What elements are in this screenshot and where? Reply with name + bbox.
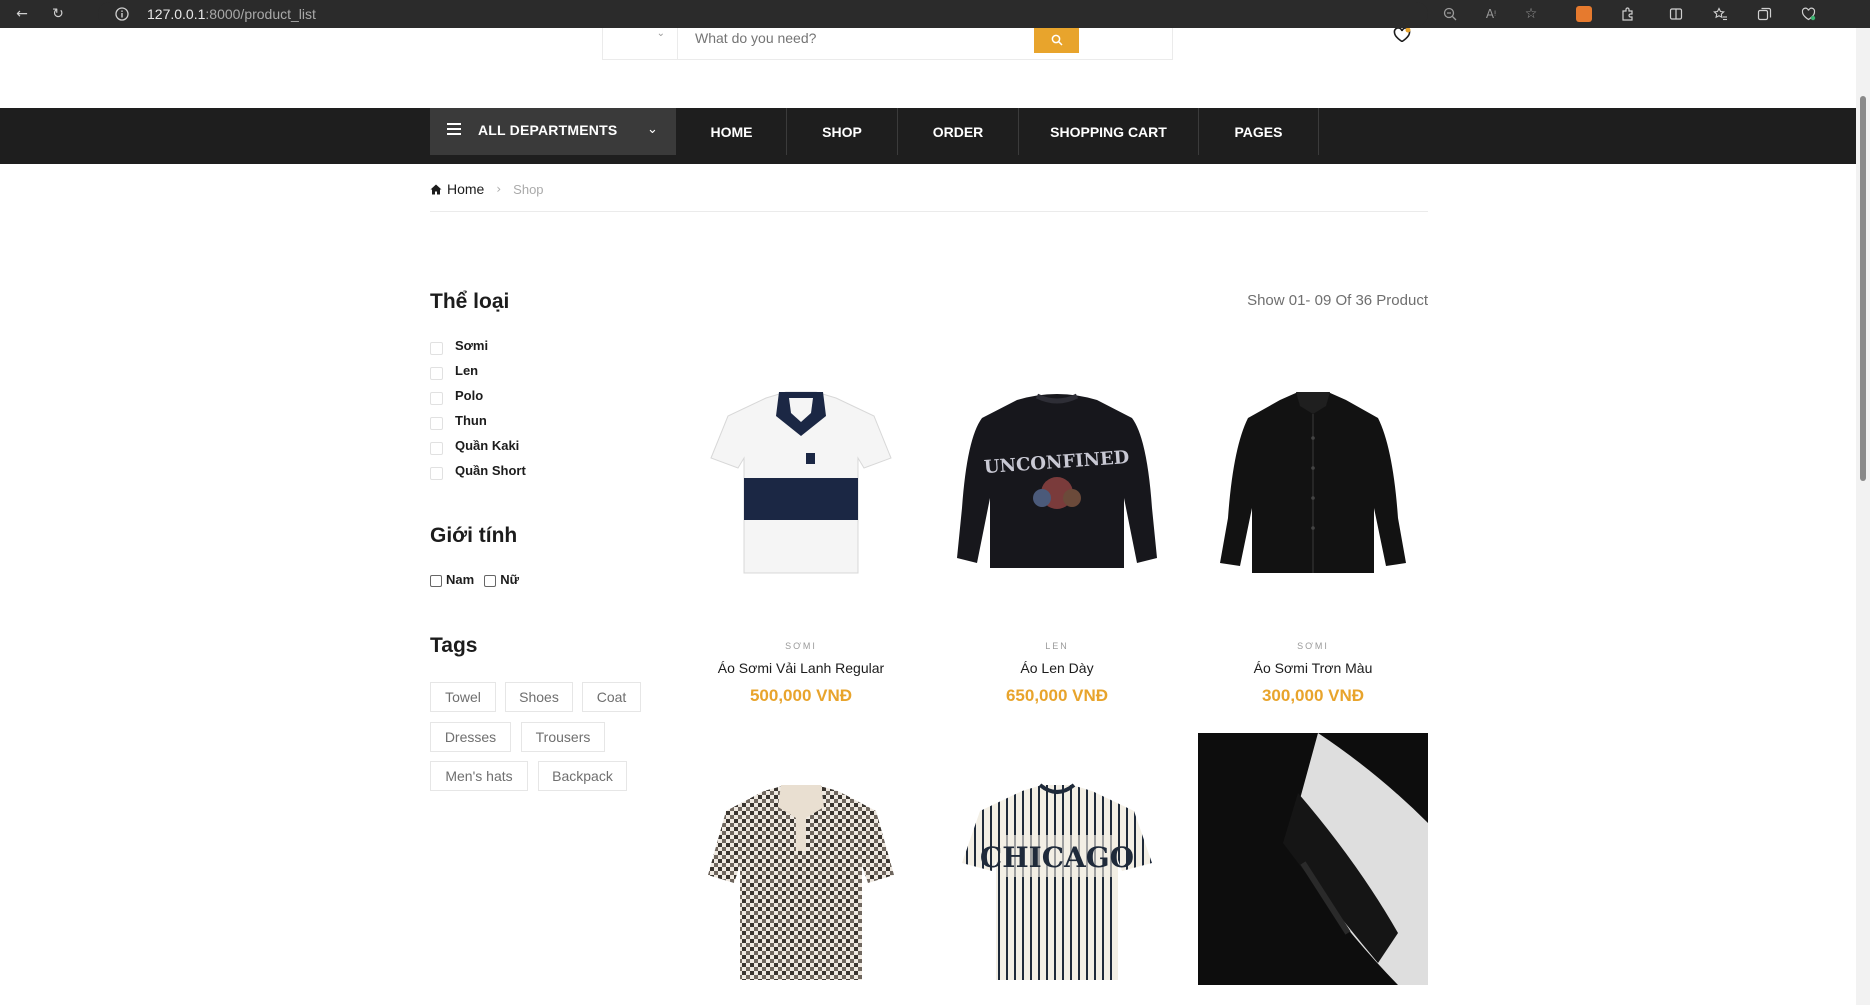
search-icon: [1051, 34, 1063, 46]
metamask-extension-icon[interactable]: [1576, 6, 1592, 22]
product-price: 650,000 VNĐ: [1005, 686, 1109, 705]
favorites-list-icon[interactable]: [1710, 4, 1730, 24]
extensions-puzzle-icon[interactable]: [1618, 4, 1638, 24]
checkbox[interactable]: [430, 391, 443, 405]
category-item-quan-kaki[interactable]: Quần Kaki: [430, 436, 520, 455]
refresh-icon[interactable]: ↻: [48, 4, 68, 24]
product-count-text: Show 01- 09 Of 36 Product: [1247, 292, 1428, 309]
browser-toolbar: ← ↻ 127.0.0.1:8000/product_list Aᵎ ☆: [0, 0, 1870, 28]
product-category: SƠMI: [1297, 641, 1329, 651]
product-name[interactable]: Áo Sơmi Vải Lanh Regular: [686, 660, 916, 676]
gender-checkbox-nu[interactable]: [484, 575, 497, 587]
gender-label: Nam: [446, 571, 475, 587]
scrollbar-thumb[interactable]: [1860, 96, 1866, 481]
tag-dresses[interactable]: Dresses: [430, 722, 511, 752]
category-item-polo[interactable]: Polo: [430, 386, 484, 405]
nav-pages[interactable]: PAGES: [1199, 108, 1319, 155]
split-screen-icon[interactable]: [1666, 4, 1686, 24]
product-name[interactable]: Áo Len Dày: [942, 660, 1172, 676]
product-image[interactable]: [686, 755, 916, 985]
nav-home[interactable]: HOME: [677, 108, 787, 155]
chevron-down-icon: ⌄: [656, 28, 665, 39]
product-price: 500,000 VNĐ: [749, 686, 853, 705]
search-input[interactable]: [695, 30, 1025, 46]
tag-backpack[interactable]: Backpack: [538, 761, 627, 791]
category-item-quan-short[interactable]: Quần Short: [430, 461, 526, 480]
category-heading: Thể loại: [430, 290, 510, 313]
gender-checkbox-nam[interactable]: [430, 575, 442, 587]
departments-label: ALL DEPARTMENTS: [478, 122, 618, 138]
category-label: Sơmi: [455, 337, 489, 353]
product-image[interactable]: [686, 358, 916, 588]
category-item-len[interactable]: Len: [430, 361, 479, 380]
back-arrow-icon[interactable]: ←: [12, 4, 32, 24]
gender-label: Nữ: [500, 571, 519, 587]
product-category: SƠMI: [785, 641, 817, 651]
url-text: 127.0.0.1:8000/product_list: [147, 6, 316, 22]
category-label: Quần Kaki: [455, 437, 520, 453]
category-item-thun[interactable]: Thun: [430, 411, 487, 430]
product-image[interactable]: UNCONFINED: [942, 358, 1172, 588]
category-label: Quần Short: [455, 462, 526, 478]
tag-trousers[interactable]: Trousers: [521, 722, 605, 752]
main-navigation: ALL DEPARTMENTS ⌄ HOME SHOP ORDER SHOPPI…: [0, 108, 1856, 164]
tag-coat[interactable]: Coat: [582, 682, 641, 712]
page-viewport: ⌄ ALL DEPARTMENTS ⌄ HOME SHOP ORDER SHOP…: [0, 28, 1856, 1005]
tags-heading: Tags: [430, 634, 478, 657]
product-name[interactable]: Áo Sơmi Trơn Màu: [1198, 660, 1428, 676]
breadcrumb-current: Shop: [513, 181, 544, 197]
product-category: LEN: [1045, 641, 1069, 651]
page-scrollbar[interactable]: [1856, 28, 1870, 1005]
collections-icon[interactable]: [1754, 4, 1774, 24]
tag-mens-hats[interactable]: Men's hats: [430, 761, 528, 791]
category-item-somi[interactable]: Sơmi: [430, 336, 489, 355]
product-image[interactable]: CHICAGO: [942, 755, 1172, 985]
divider: [430, 211, 1428, 212]
nav-shop[interactable]: SHOP: [787, 108, 898, 155]
category-label: Thun: [455, 412, 487, 428]
checkbox[interactable]: [430, 416, 443, 430]
category-label: Polo: [455, 387, 484, 403]
url-path: :8000/product_list: [205, 6, 316, 22]
wishlist-heart-icon[interactable]: [1393, 28, 1411, 42]
tag-shoes[interactable]: Shoes: [505, 682, 573, 712]
site-info-icon[interactable]: [112, 4, 132, 24]
category-label: Len: [455, 362, 479, 378]
checkbox[interactable]: [430, 366, 443, 380]
home-icon: [430, 184, 442, 194]
performance-heart-icon[interactable]: [1798, 4, 1818, 24]
url-host: 127.0.0.1: [147, 6, 206, 22]
product-image[interactable]: [1198, 358, 1428, 588]
zoom-icon[interactable]: [1440, 4, 1460, 24]
tshirt-print-text: CHICAGO: [980, 841, 1134, 874]
tag-towel[interactable]: Towel: [430, 682, 496, 712]
read-aloud-icon[interactable]: Aᵎ: [1481, 4, 1501, 24]
checkbox[interactable]: [430, 441, 443, 455]
search-category-select[interactable]: ⌄: [603, 28, 678, 59]
product-image[interactable]: [1198, 733, 1428, 985]
nav-order[interactable]: ORDER: [898, 108, 1019, 155]
search-box: ⌄: [602, 28, 1173, 60]
search-button[interactable]: [1034, 28, 1079, 53]
breadcrumb-home-link[interactable]: Home: [447, 181, 484, 197]
checkbox[interactable]: [430, 341, 443, 355]
hamburger-menu-icon: [447, 123, 461, 135]
nav-shopping-cart[interactable]: SHOPPING CART: [1019, 108, 1199, 155]
favorite-star-icon[interactable]: ☆: [1521, 4, 1541, 24]
product-price: 300,000 VNĐ: [1261, 686, 1365, 705]
breadcrumb: Home › Shop: [430, 178, 544, 200]
all-departments-dropdown[interactable]: ALL DEPARTMENTS ⌄: [430, 108, 676, 155]
checkbox[interactable]: [430, 466, 443, 480]
chevron-right-icon: ›: [496, 182, 502, 196]
gender-filter: Nam Nữ: [430, 571, 529, 587]
gender-heading: Giới tính: [430, 524, 518, 547]
chevron-down-icon: ⌄: [647, 122, 658, 137]
